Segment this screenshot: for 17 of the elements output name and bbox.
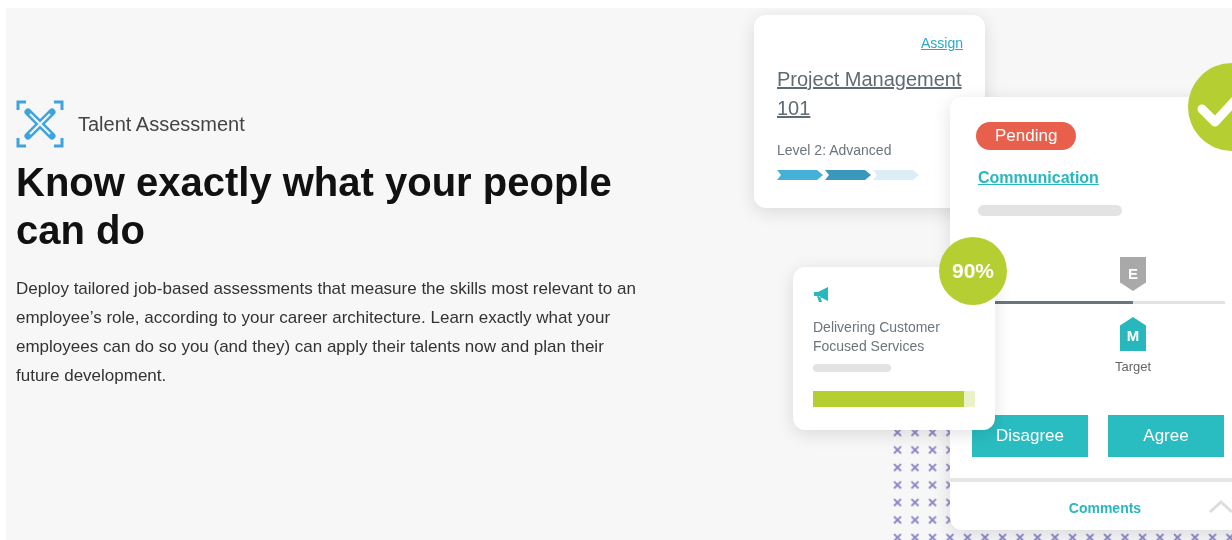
response-button[interactable]: Agree (1108, 415, 1224, 457)
headline: Know exactly what your people can do (16, 159, 613, 254)
caret-icon[interactable] (1208, 500, 1232, 514)
target-label: Target (1114, 359, 1152, 374)
logo-icon (16, 100, 64, 148)
level-label: Level 2: Advanced (777, 142, 892, 158)
course-title-link[interactable]: Project Management 101 (777, 65, 962, 123)
target-marker: M (1120, 317, 1146, 351)
assign-link[interactable]: Assign (920, 35, 963, 51)
current-marker: E (1120, 257, 1146, 291)
skill-link[interactable]: Communication (978, 169, 1099, 187)
comments-link[interactable]: Comments (1068, 500, 1142, 516)
service-title: Delivering Customer Focused Services (813, 318, 941, 356)
product-title: Talent Assessment (78, 112, 245, 136)
status-badge: Pending (976, 122, 1077, 150)
response-button[interactable]: Disagree (972, 415, 1088, 457)
description: Deploy tailored job-based assessments that measure the skills most relevant to an employee’s role, according to your career architecture. Learn exactly what your employees can do so you (and they) can apply their talents now and plan their future development. (16, 278, 637, 387)
